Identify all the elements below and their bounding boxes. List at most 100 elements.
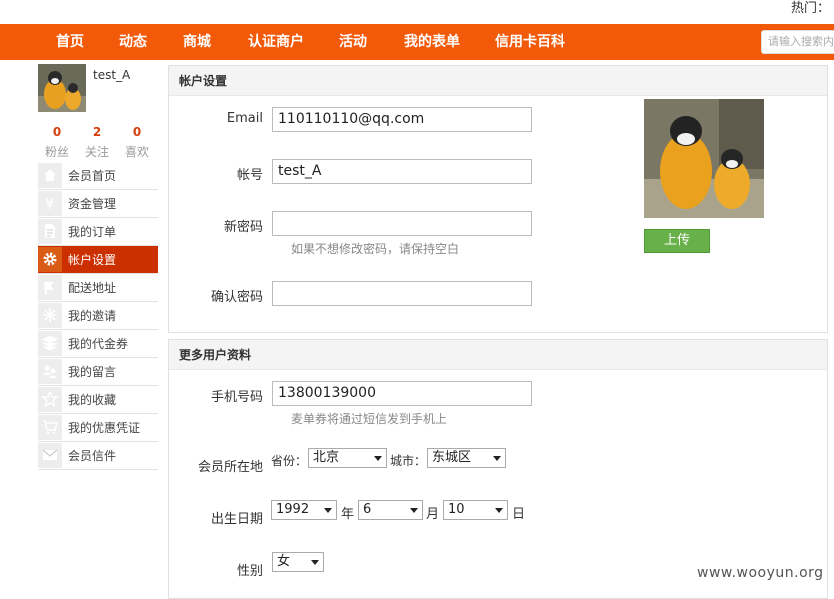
chevron-down-icon xyxy=(374,456,382,461)
sidebar-item-label: 资金管理 xyxy=(68,197,117,211)
users-icon xyxy=(38,359,62,384)
sidebar-item-label: 会员首页 xyxy=(68,169,117,183)
confirm-password-label: 确认密码 xyxy=(210,290,263,305)
confirm-password-field[interactable] xyxy=(272,281,532,306)
sidebar-item-mail[interactable]: 会员信件 xyxy=(38,442,158,470)
sidebar-menu: 会员首页 ¥ 资金管理 我的订单 帐户设置 配送地址 我的邀请 我的代金券 我的… xyxy=(38,162,158,470)
new-password-hint: 如果不想修改密码，请保持空白 xyxy=(291,242,460,256)
sidebar-item-label: 我的收藏 xyxy=(68,393,117,407)
month-unit: 月 xyxy=(426,507,440,522)
city-value: 东城区 xyxy=(432,450,472,465)
stat-label: 关注 xyxy=(84,145,109,159)
nav-news[interactable]: 动态 xyxy=(119,24,147,60)
watermark: www.wooyun.org xyxy=(697,565,824,581)
home-icon xyxy=(38,163,62,188)
city-label: 城市： xyxy=(390,454,427,468)
city-select[interactable]: 东城区 xyxy=(427,448,506,468)
day-select[interactable]: 10 xyxy=(443,500,508,520)
phone-hint: 麦单券将通过短信发到手机上 xyxy=(291,412,448,426)
phone-label: 手机号码 xyxy=(210,390,263,405)
year-unit: 年 xyxy=(341,507,355,522)
avatar[interactable] xyxy=(38,64,86,112)
province-value: 北京 xyxy=(313,450,340,465)
stat-label: 粉丝 xyxy=(44,145,69,159)
sidebar-item-label: 我的邀请 xyxy=(68,309,117,323)
phone-field[interactable]: 13800139000 xyxy=(272,381,532,406)
chevron-down-icon xyxy=(410,508,418,513)
month-value: 6 xyxy=(363,502,372,517)
gender-value: 女 xyxy=(277,554,291,569)
day-value: 10 xyxy=(448,502,465,517)
more-info-panel: 更多用户资料 xyxy=(168,339,828,599)
nav-my-forms[interactable]: 我的表单 xyxy=(404,24,460,60)
account-label: 帐号 xyxy=(236,168,263,183)
profile-photo xyxy=(644,99,764,218)
nav-events[interactable]: 活动 xyxy=(339,24,367,60)
birth-date-label: 出生日期 xyxy=(210,512,263,527)
new-password-label: 新密码 xyxy=(223,220,263,235)
sidebar-item-funds[interactable]: ¥ 资金管理 xyxy=(38,190,158,218)
stat-likes[interactable]: 0 喜欢 xyxy=(117,124,157,160)
sidebar-item-account-settings[interactable]: 帐户设置 xyxy=(38,246,158,274)
province-select[interactable]: 北京 xyxy=(308,448,387,468)
stat-following[interactable]: 2 关注 xyxy=(77,124,117,160)
location-label: 会员所在地 xyxy=(197,460,263,475)
email-field[interactable]: 110110110@qq.com xyxy=(272,107,532,132)
document-icon xyxy=(38,219,62,244)
stat-value: 2 xyxy=(92,125,102,139)
sidebar-item-messages[interactable]: 我的留言 xyxy=(38,358,158,386)
gender-select[interactable]: 女 xyxy=(272,552,324,572)
top-strip: 热门： xyxy=(0,0,834,24)
sidebar-item-label: 我的代金券 xyxy=(68,337,129,351)
nav-credit-wiki[interactable]: 信用卡百科 xyxy=(495,24,565,60)
sidebar-item-orders[interactable]: 我的订单 xyxy=(38,218,158,246)
gender-label: 性别 xyxy=(236,564,263,579)
chevron-down-icon xyxy=(311,560,319,565)
cart-icon xyxy=(38,415,62,440)
sidebar-item-coupons[interactable]: 我的优惠凭证 xyxy=(38,414,158,442)
sidebar-item-label: 我的优惠凭证 xyxy=(68,421,141,435)
nav-home[interactable]: 首页 xyxy=(56,24,84,60)
sparkle-icon xyxy=(38,303,62,328)
sidebar-item-vouchers[interactable]: 我的代金券 xyxy=(38,330,158,358)
svg-text:¥: ¥ xyxy=(45,195,55,211)
stat-label: 喜欢 xyxy=(124,145,149,159)
email-label: Email xyxy=(226,111,263,126)
sidebar-item-label: 帐户设置 xyxy=(68,253,117,267)
sidebar-item-favorites[interactable]: 我的收藏 xyxy=(38,386,158,414)
star-icon xyxy=(38,387,62,412)
nav-mall[interactable]: 商城 xyxy=(183,24,211,60)
gear-icon xyxy=(38,247,62,272)
chevron-down-icon xyxy=(495,508,503,513)
day-unit: 日 xyxy=(512,507,526,522)
sidebar-item-addresses[interactable]: 配送地址 xyxy=(38,274,158,302)
province-label: 省份： xyxy=(271,454,308,468)
stat-value: 0 xyxy=(52,125,62,139)
month-select[interactable]: 6 xyxy=(358,500,423,520)
sidebar-item-member-home[interactable]: 会员首页 xyxy=(38,162,158,190)
sidebar-item-label: 我的留言 xyxy=(68,365,117,379)
chevron-down-icon xyxy=(493,456,501,461)
sidebar-item-invitations[interactable]: 我的邀请 xyxy=(38,302,158,330)
panel-title: 更多用户资料 xyxy=(169,340,827,370)
username[interactable]: test_A xyxy=(93,68,130,82)
year-select[interactable]: 1992 xyxy=(271,500,337,520)
search-input[interactable]: 请输入搜索内容 xyxy=(761,30,834,54)
chevron-down-icon xyxy=(324,508,332,513)
panel-title: 帐户设置 xyxy=(169,66,827,96)
account-field[interactable]: test_A xyxy=(272,159,532,184)
stat-value: 0 xyxy=(132,125,142,139)
year-value: 1992 xyxy=(276,502,310,517)
stack-icon xyxy=(38,331,62,356)
nav-merchants[interactable]: 认证商户 xyxy=(248,24,304,60)
flag-icon xyxy=(38,275,62,300)
upload-button[interactable]: 上传 xyxy=(644,229,710,253)
sidebar-item-label: 我的订单 xyxy=(68,225,117,239)
stat-fans[interactable]: 0 粉丝 xyxy=(37,124,77,160)
main-nav: 首页 动态 商城 认证商户 活动 我的表单 信用卡百科 请输入搜索内容 xyxy=(0,24,834,60)
hot-keywords-label: 热门： xyxy=(790,1,830,16)
yen-icon: ¥ xyxy=(38,191,62,216)
sidebar-item-label: 会员信件 xyxy=(68,449,117,463)
mail-icon xyxy=(38,443,62,468)
new-password-field[interactable] xyxy=(272,211,532,236)
